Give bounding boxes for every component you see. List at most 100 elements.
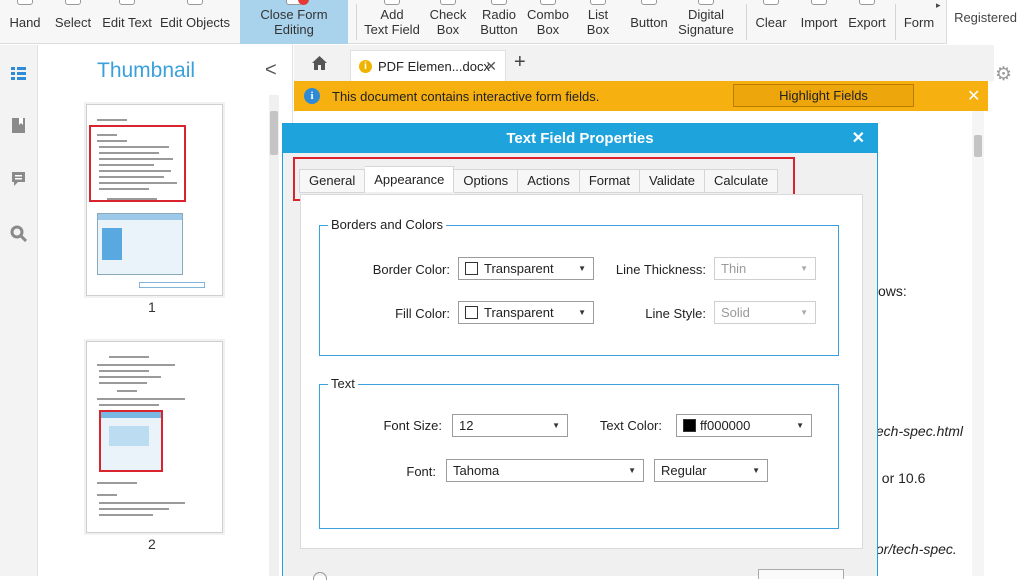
tab-format[interactable]: Format	[579, 169, 640, 193]
add-text-field-button[interactable]: Add Text Field	[362, 0, 422, 44]
edit-text-button[interactable]: Edit Text	[98, 0, 156, 44]
fill-color-select[interactable]: Transparent ▼	[458, 301, 594, 324]
font-style-select[interactable]: Regular ▼	[654, 459, 768, 482]
page-thumbnail-1[interactable]	[86, 104, 223, 296]
document-tab[interactable]: i PDF Elemen...docx ✕	[350, 50, 506, 81]
form-label: Form	[903, 14, 935, 30]
import-label: Import	[800, 14, 838, 30]
line-thickness-label: Line Thickness:	[615, 262, 706, 277]
tab-options[interactable]: Options	[454, 169, 519, 193]
font-value: Tahoma	[453, 463, 500, 478]
document-scrollbar[interactable]	[972, 111, 984, 576]
chevron-down-icon: ▼	[578, 264, 586, 273]
close-dialog-icon[interactable]: ✕	[852, 128, 865, 148]
combo-box-button[interactable]: Combo Box	[526, 0, 570, 44]
font-size-select[interactable]: 12 ▼	[452, 414, 568, 437]
doc-text-fragment: tech-spec.html	[872, 423, 964, 439]
export-button[interactable]: Export	[845, 0, 889, 44]
check-box-button[interactable]: Check Box	[426, 0, 470, 44]
line-thickness-value: Thin	[721, 261, 747, 276]
text-group: Text Font Size: 12 ▼ Text Color: ff00000…	[319, 376, 839, 529]
import-button[interactable]: Import	[798, 0, 840, 44]
chevron-down-icon: ▼	[578, 308, 586, 317]
tab-validate[interactable]: Validate	[640, 169, 706, 193]
import-icon	[811, 0, 827, 5]
radio-button-icon	[491, 0, 507, 5]
ribbon-separator	[746, 4, 747, 40]
digital-signature-button[interactable]: Digital Signature	[676, 0, 736, 44]
text-field-properties-dialog: Text Field Properties ✕ General Appearan…	[282, 123, 878, 580]
chevron-down-icon: ▼	[552, 421, 560, 430]
new-tab-icon[interactable]: +	[514, 51, 526, 74]
list-box-icon	[590, 0, 606, 5]
combo-box-icon	[540, 0, 556, 5]
thumb-screenshot	[99, 410, 163, 472]
form-button[interactable]: Form	[902, 0, 936, 44]
check-box-icon	[440, 0, 456, 5]
font-style-value: Regular	[661, 463, 707, 478]
edit-objects-button[interactable]: Edit Objects	[158, 0, 232, 44]
hand-button[interactable]: Hand	[2, 0, 48, 44]
ribbon-scroll-arrow-icon[interactable]: ▸	[936, 0, 941, 11]
close-form-editing-button[interactable]: Close Form Editing	[240, 0, 348, 44]
thumbnail-scrollbar[interactable]	[269, 95, 279, 576]
comment-icon[interactable]	[10, 170, 27, 187]
tab-actions[interactable]: Actions	[518, 169, 580, 193]
thumbnail-view-icon[interactable]	[10, 65, 27, 82]
color-swatch	[465, 262, 478, 275]
edit-text-label: Edit Text	[102, 14, 152, 30]
page-number-2: 2	[148, 536, 156, 552]
collapse-panel-icon[interactable]: <	[265, 59, 277, 82]
dialog-tabs: General Appearance Options Actions Forma…	[299, 166, 779, 193]
highlight-fields-button[interactable]: Highlight Fields	[733, 84, 914, 107]
clear-button[interactable]: Clear	[750, 0, 792, 44]
document-tab-label: PDF Elemen...docx	[378, 58, 490, 74]
close-notification-icon[interactable]: ✕	[967, 86, 980, 106]
group-title: Borders and Colors	[328, 217, 446, 232]
tab-general[interactable]: General	[299, 169, 366, 193]
close-tab-icon[interactable]: ✕	[485, 58, 497, 75]
notification-message: This document contains interactive form …	[332, 89, 600, 104]
dialog-title: Text Field Properties	[283, 124, 877, 153]
text-field-icon	[384, 0, 400, 5]
select-button[interactable]: Select	[50, 0, 96, 44]
text-color-label: Text Color:	[599, 418, 662, 433]
scrollbar-thumb[interactable]	[270, 111, 278, 155]
tab-appearance[interactable]: Appearance	[365, 166, 455, 192]
list-box-button[interactable]: List Box	[578, 0, 618, 44]
home-icon[interactable]	[312, 56, 327, 70]
registered-status[interactable]: Registered	[946, 0, 1024, 44]
text-color-select[interactable]: ff000000 ▼	[676, 414, 812, 437]
radio-button-label: Radio Button	[480, 7, 518, 37]
export-label: Export	[848, 14, 886, 30]
font-select[interactable]: Tahoma ▼	[446, 459, 644, 482]
tab-calculate[interactable]: Calculate	[705, 169, 779, 193]
fill-color-label: Fill Color:	[395, 306, 450, 321]
radio-button-button[interactable]: Radio Button	[476, 0, 522, 44]
edit-objects-icon	[187, 0, 203, 5]
settings-gear-icon[interactable]: ⚙	[995, 63, 1012, 86]
chevron-down-icon: ▼	[796, 421, 804, 430]
locked-checkbox-partial[interactable]	[313, 572, 327, 580]
bookmark-icon[interactable]	[10, 117, 27, 134]
line-thickness-select[interactable]: Thin ▼	[714, 257, 816, 280]
page-number-1: 1	[148, 299, 156, 315]
border-color-value: Transparent	[484, 261, 554, 276]
clear-icon	[763, 0, 779, 5]
line-style-value: Solid	[721, 305, 750, 320]
clear-label: Clear	[755, 14, 787, 30]
scrollbar-thumb[interactable]	[974, 135, 982, 157]
hand-icon	[17, 0, 33, 5]
color-swatch	[465, 306, 478, 319]
page-thumbnail-2[interactable]	[86, 341, 223, 533]
borders-and-colors-group: Borders and Colors Border Color: Transpa…	[319, 217, 839, 356]
close-button-partial[interactable]	[758, 569, 844, 579]
button-button[interactable]: Button	[626, 0, 672, 44]
ribbon-toolbar: Hand Select Edit Text Edit Objects Close…	[0, 0, 1024, 44]
appearance-panel: Borders and Colors Border Color: Transpa…	[300, 194, 863, 549]
border-color-select[interactable]: Transparent ▼	[458, 257, 594, 280]
search-icon[interactable]	[10, 225, 27, 242]
export-icon	[859, 0, 875, 5]
form-info-icon: i	[359, 59, 372, 73]
line-style-select[interactable]: Solid ▼	[714, 301, 816, 324]
